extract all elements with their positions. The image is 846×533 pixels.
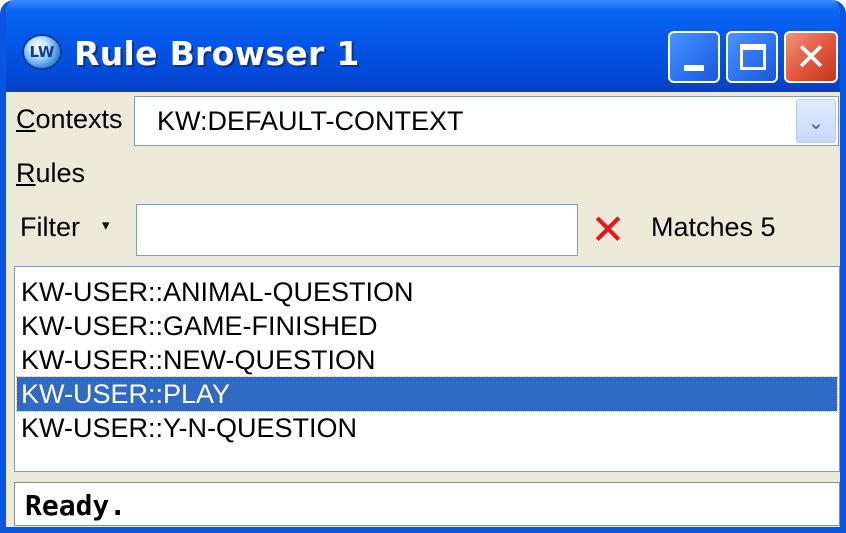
filter-input[interactable] xyxy=(136,204,578,256)
maximize-icon xyxy=(740,44,766,70)
title-bar[interactable]: LW Rule Browser 1 ✕ xyxy=(6,0,840,92)
rules-label-rest: ules xyxy=(35,158,86,188)
rule-list-item[interactable]: KW-USER::GAME-FINISHED xyxy=(17,309,837,343)
clear-filter-icon[interactable]: ✕ xyxy=(588,208,628,252)
minimize-icon xyxy=(684,65,704,71)
contexts-label-accel: C xyxy=(16,104,36,134)
close-icon: ✕ xyxy=(795,35,827,79)
status-text: Ready. xyxy=(25,489,127,522)
rule-list-item[interactable]: KW-USER::NEW-QUESTION xyxy=(17,343,837,377)
rule-list-item[interactable]: KW-USER::Y-N-QUESTION xyxy=(17,411,837,445)
contexts-label: Contexts xyxy=(16,104,123,135)
rule-list-item[interactable]: KW-USER::ANIMAL-QUESTION xyxy=(17,275,837,309)
contexts-label-rest: ontexts xyxy=(35,104,123,134)
rule-list-item-selected[interactable]: KW-USER::PLAY xyxy=(16,376,838,412)
status-bar: Ready. xyxy=(14,482,840,526)
minimize-button[interactable] xyxy=(668,31,720,83)
filter-dropdown-caret-icon[interactable]: ▾ xyxy=(102,216,110,234)
contexts-selected-value: KW:DEFAULT-CONTEXT xyxy=(157,106,464,136)
rules-label-accel: R xyxy=(16,158,36,188)
close-button[interactable]: ✕ xyxy=(784,31,838,83)
rule-list[interactable]: KW-USER::ANIMAL-QUESTION KW-USER::GAME-F… xyxy=(14,266,840,472)
app-logo-icon: LW xyxy=(22,34,62,70)
dropdown-chevron-icon[interactable]: ⌄ xyxy=(796,99,836,143)
matches-count: Matches 5 xyxy=(651,212,776,242)
maximize-button[interactable] xyxy=(726,31,778,83)
contexts-select[interactable]: KW:DEFAULT-CONTEXT ⌄ xyxy=(134,96,839,146)
rules-label: Rules xyxy=(16,158,85,189)
window-title: Rule Browser 1 xyxy=(74,34,360,73)
filter-menu-label[interactable]: Filter xyxy=(20,212,80,243)
